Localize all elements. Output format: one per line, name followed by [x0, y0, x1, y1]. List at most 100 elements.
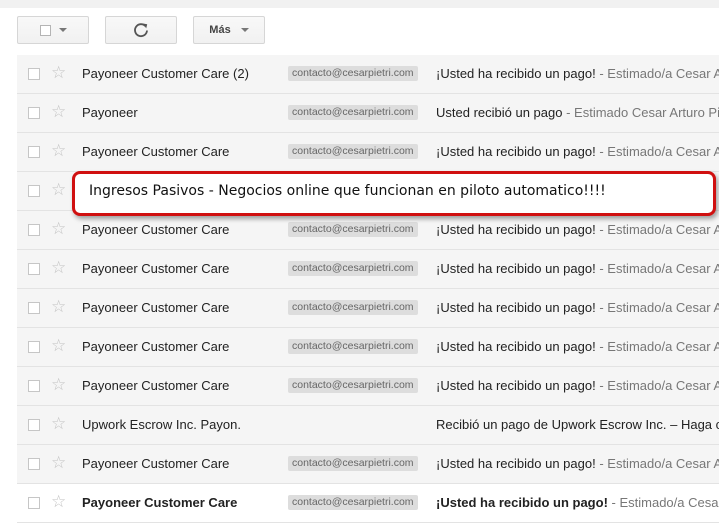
- email-sender: Payoneer Customer Care: [82, 261, 230, 276]
- star-icon[interactable]: ☆: [51, 298, 66, 315]
- email-sender: Payoneer: [82, 105, 138, 120]
- email-subject-text: ¡Usted ha recibido un pago!: [436, 495, 608, 510]
- email-subject: ¡Usted ha recibido un pago! - Estimado/a…: [436, 261, 719, 276]
- email-subject: ¡Usted ha recibido un pago! - Estimado/a…: [436, 456, 719, 471]
- star-icon[interactable]: ☆: [51, 415, 66, 432]
- email-snippet: - Estimado/a Cesar Ar: [595, 261, 719, 276]
- star-icon[interactable]: ☆: [51, 493, 66, 510]
- email-label[interactable]: contacto@cesarpietri.com: [288, 222, 418, 237]
- email-subject: Usted recibió un pago - Estimado Cesar A…: [436, 105, 719, 120]
- star-icon[interactable]: ☆: [51, 103, 66, 120]
- email-sender: Payoneer Customer Care: [82, 300, 230, 315]
- row-checkbox[interactable]: [28, 224, 40, 236]
- email-subject: ¡Usted ha recibido un pago! - Estimado/a…: [436, 378, 719, 393]
- toolbar: Más: [0, 8, 719, 55]
- row-checkbox[interactable]: [28, 497, 40, 509]
- callout-banner: Ingresos Pasivos - Negocios online que f…: [72, 171, 716, 216]
- email-subject-text: ¡Usted ha recibido un pago!: [436, 456, 596, 471]
- row-checkbox[interactable]: [28, 185, 40, 197]
- chevron-down-icon: [58, 28, 67, 32]
- email-row[interactable]: ☆ Payoneer Customer Care contacto@cesarpie…: [17, 289, 719, 328]
- email-snippet: - Estimado/a Cesar Ar: [595, 144, 719, 159]
- email-row[interactable]: ☆ Payoneer Customer Care contacto@cesarpie…: [17, 484, 719, 523]
- chevron-down-icon: [240, 28, 249, 32]
- callout-text: Ingresos Pasivos - Negocios online que f…: [89, 183, 606, 199]
- row-checkbox[interactable]: [28, 380, 40, 392]
- email-snippet: - Estimado/a Cesar Ar: [595, 66, 719, 81]
- star-icon[interactable]: ☆: [51, 454, 66, 471]
- email-sender: Payoneer Customer Care: [82, 339, 230, 354]
- email-subject-text: ¡Usted ha recibido un pago!: [436, 144, 596, 159]
- email-row[interactable]: ☆ Payoneer Customer Care contacto@cesarpie…: [17, 250, 719, 289]
- email-subject: ¡Usted ha recibido un pago! - Estimado/a…: [436, 66, 719, 81]
- email-subject-text: Recibió un pago de Upwork Escrow Inc. – …: [436, 417, 719, 432]
- email-sender: Payoneer Customer Care: [82, 456, 230, 471]
- row-checkbox[interactable]: [28, 107, 40, 119]
- email-row[interactable]: ☆ Upwork Escrow Inc. Payon. Recibió un pag…: [17, 406, 719, 445]
- email-row[interactable]: ☆ Payoneer Customer Care contacto@cesarpie…: [17, 445, 719, 484]
- row-checkbox[interactable]: [28, 341, 40, 353]
- email-subject: ¡Usted ha recibido un pago! - Estimado/a…: [436, 300, 719, 315]
- more-button[interactable]: Más: [193, 16, 265, 44]
- email-sender: Payoneer Customer Care: [82, 144, 230, 159]
- email-subject-text: Usted recibió un pago: [436, 105, 563, 120]
- email-sender: Payoneer Customer Care (2): [82, 66, 249, 81]
- email-subject: ¡Usted ha recibido un pago! - Estimado/a…: [436, 144, 719, 159]
- email-subject-text: ¡Usted ha recibido un pago!: [436, 378, 596, 393]
- star-icon[interactable]: ☆: [51, 376, 66, 393]
- email-subject-text: ¡Usted ha recibido un pago!: [436, 261, 596, 276]
- row-checkbox[interactable]: [28, 458, 40, 470]
- star-icon[interactable]: ☆: [51, 220, 66, 237]
- star-icon[interactable]: ☆: [51, 181, 66, 198]
- email-label[interactable]: contacto@cesarpietri.com: [288, 105, 418, 120]
- select-all-button[interactable]: [17, 16, 89, 44]
- email-subject: ¡Usted ha recibido un pago! - Estimado/a…: [436, 222, 719, 237]
- email-label[interactable]: contacto@cesarpietri.com: [288, 300, 418, 315]
- refresh-button[interactable]: [105, 16, 177, 44]
- email-snippet: - Estimado/a Cesar Ar: [595, 300, 719, 315]
- email-subject-text: ¡Usted ha recibido un pago!: [436, 222, 596, 237]
- email-sender: Payoneer Customer Care: [82, 495, 238, 510]
- refresh-icon: [134, 23, 148, 38]
- email-snippet: - Estimado Cesar Arturo Pie: [562, 105, 719, 120]
- row-checkbox[interactable]: [28, 419, 40, 431]
- row-checkbox[interactable]: [28, 68, 40, 80]
- email-snippet: - Estimado/a Cesar Ar: [595, 339, 719, 354]
- star-icon[interactable]: ☆: [51, 64, 66, 81]
- email-subject: ¡Usted ha recibido un pago! - Estimado/a…: [436, 495, 719, 510]
- email-row[interactable]: ☆ Payoneer Customer Care contacto@cesarpie…: [17, 133, 719, 172]
- email-row[interactable]: ☆ Payoneer Customer Care (2) contacto@cesa…: [17, 55, 719, 94]
- email-label[interactable]: contacto@cesarpietri.com: [288, 495, 418, 510]
- row-checkbox[interactable]: [28, 263, 40, 275]
- email-snippet: - Estimado/a Cesar Ar: [595, 456, 719, 471]
- email-label[interactable]: contacto@cesarpietri.com: [288, 144, 418, 159]
- email-snippet: - Estimado/a Cesar Ar: [595, 222, 719, 237]
- email-subject-text: ¡Usted ha recibido un pago!: [436, 66, 596, 81]
- email-row[interactable]: ☆ Payoneer Customer Care contacto@cesarpie…: [17, 328, 719, 367]
- more-button-label: Más: [209, 24, 231, 36]
- email-snippet: - Estimado/a Cesar Ar: [595, 378, 719, 393]
- email-snippet: - Estimado/a Cesar Ar: [611, 495, 719, 510]
- email-sender: Payoneer Customer Care: [82, 222, 230, 237]
- email-subject-text: ¡Usted ha recibido un pago!: [436, 339, 596, 354]
- email-sender: Payoneer Customer Care: [82, 378, 230, 393]
- email-subject: Recibió un pago de Upwork Escrow Inc. – …: [436, 417, 719, 432]
- email-label[interactable]: contacto@cesarpietri.com: [288, 456, 418, 471]
- email-label[interactable]: contacto@cesarpietri.com: [288, 261, 418, 276]
- email-row[interactable]: ☆ Payoneer contacto@cesarpietri.com Usted r…: [17, 94, 719, 133]
- checkbox-select-icon: [39, 24, 51, 36]
- email-sender: Upwork Escrow Inc. Payon.: [82, 417, 241, 432]
- star-icon[interactable]: ☆: [51, 259, 66, 276]
- row-checkbox[interactable]: [28, 302, 40, 314]
- row-checkbox[interactable]: [28, 146, 40, 158]
- email-label[interactable]: contacto@cesarpietri.com: [288, 378, 418, 393]
- email-row[interactable]: ☆ Payoneer Customer Care contacto@cesarpie…: [17, 367, 719, 406]
- email-subject: ¡Usted ha recibido un pago! - Estimado/a…: [436, 339, 719, 354]
- email-row[interactable]: ☆ Payoneer Customer Care contacto@cesarpie…: [17, 211, 719, 250]
- email-list: ☆ Payoneer Customer Care (2) contacto@cesa…: [17, 55, 719, 523]
- email-label[interactable]: contacto@cesarpietri.com: [288, 66, 418, 81]
- star-icon[interactable]: ☆: [51, 142, 66, 159]
- email-label[interactable]: contacto@cesarpietri.com: [288, 339, 418, 354]
- email-subject-text: ¡Usted ha recibido un pago!: [436, 300, 596, 315]
- star-icon[interactable]: ☆: [51, 337, 66, 354]
